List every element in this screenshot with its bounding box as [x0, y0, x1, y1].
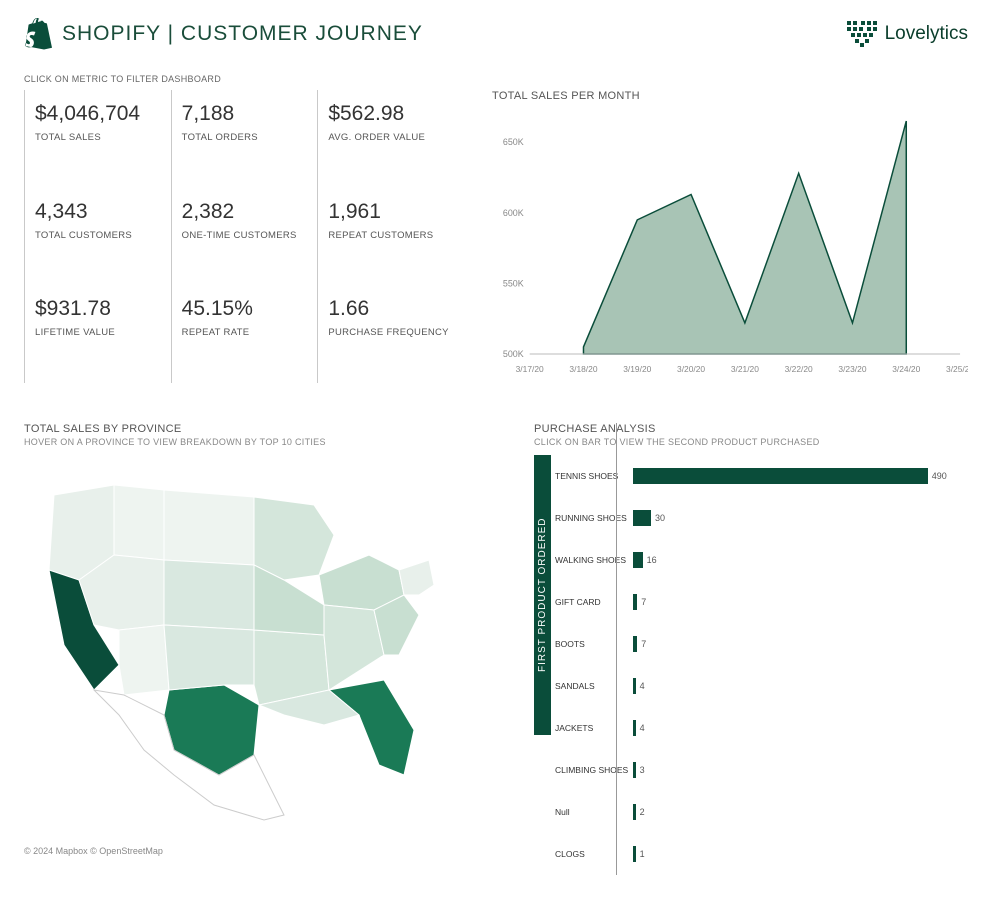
bottom-row: TOTAL SALES BY PROVINCE HOVER ON A PROVI… — [24, 423, 968, 875]
bar-value: 16 — [647, 555, 657, 565]
bar-track: 30 — [633, 510, 968, 526]
bar-label: TENNIS SHOES — [555, 471, 633, 481]
bar-chart: FIRST PRODUCT ORDERED TENNIS SHOES 490 R… — [534, 455, 968, 875]
bar-value: 4 — [640, 681, 645, 691]
svg-text:3/24/20: 3/24/20 — [892, 364, 920, 374]
bar-track: 3 — [633, 762, 968, 778]
sales-chart-section: TOTAL SALES PER MONTH 500K 550K 600K 650K 3/… — [492, 90, 968, 383]
metric-total-customers[interactable]: 4,343 TOTAL CUSTOMERS — [24, 188, 171, 286]
purchase-title: PURCHASE ANALYSIS — [534, 423, 968, 435]
bar-track: 490 — [633, 468, 968, 484]
metric-purchase-frequency[interactable]: 1.66 PURCHASE FREQUENCY — [317, 285, 464, 383]
bar-fill — [633, 510, 651, 526]
metric-onetime-customers[interactable]: 2,382 ONE-TIME CUSTOMERS — [171, 188, 318, 286]
svg-text:3/21/20: 3/21/20 — [731, 364, 759, 374]
bar-fill — [633, 804, 636, 820]
bar-label: CLIMBING SHOES — [555, 765, 633, 775]
bar-fill — [633, 552, 643, 568]
bar-label: SANDALS — [555, 681, 633, 691]
purchase-section: PURCHASE ANALYSIS CLICK ON BAR TO VIEW T… — [534, 423, 968, 875]
bar-track: 4 — [633, 720, 968, 736]
bar-label: CLOGS — [555, 849, 633, 859]
bar-fill — [633, 594, 637, 610]
page-title: SHOPIFY | CUSTOMER JOURNEY — [62, 22, 423, 46]
header: SHOPIFY | CUSTOMER JOURNEY Lovelytics — [24, 18, 968, 50]
bar-label: WALKING SHOES — [555, 555, 633, 565]
bar-track: 1 — [633, 846, 968, 862]
metric-repeat-rate[interactable]: 45.15% REPEAT RATE — [171, 285, 318, 383]
metric-hint: CLICK ON METRIC TO FILTER DASHBOARD — [24, 74, 968, 84]
y-axis-label: FIRST PRODUCT ORDERED — [534, 455, 551, 735]
svg-text:600K: 600K — [503, 208, 524, 218]
bar-label: GIFT CARD — [555, 597, 633, 607]
brand-name: Lovelytics — [885, 23, 968, 45]
top-row: $4,046,704 TOTAL SALES 7,188 TOTAL ORDER… — [24, 90, 968, 383]
bar-track: 16 — [633, 552, 968, 568]
map-title: TOTAL SALES BY PROVINCE — [24, 423, 464, 435]
brand-logo: Lovelytics — [847, 21, 968, 47]
svg-text:3/18/20: 3/18/20 — [569, 364, 597, 374]
metric-lifetime-value[interactable]: $931.78 LIFETIME VALUE — [24, 285, 171, 383]
bar-value: 30 — [655, 513, 665, 523]
lovelytics-icon — [847, 21, 877, 47]
bar-track: 7 — [633, 636, 968, 652]
map-section: TOTAL SALES BY PROVINCE HOVER ON A PROVI… — [24, 423, 464, 875]
svg-text:3/23/20: 3/23/20 — [838, 364, 866, 374]
metric-repeat-customers[interactable]: 1,961 REPEAT CUSTOMERS — [317, 188, 464, 286]
metrics-grid: $4,046,704 TOTAL SALES 7,188 TOTAL ORDER… — [24, 90, 464, 383]
svg-text:3/20/20: 3/20/20 — [677, 364, 705, 374]
bar-value: 2 — [640, 807, 645, 817]
bar-fill — [633, 846, 636, 862]
bar-value: 7 — [641, 597, 646, 607]
bar-label: BOOTS — [555, 639, 633, 649]
bar-list: TENNIS SHOES 490 RUNNING SHOES 30 WALKIN… — [551, 455, 968, 875]
header-left: SHOPIFY | CUSTOMER JOURNEY — [24, 18, 423, 50]
purchase-hint: CLICK ON BAR TO VIEW THE SECOND PRODUCT … — [534, 437, 968, 447]
bar-value: 490 — [932, 471, 947, 481]
map-attribution: © 2024 Mapbox © OpenStreetMap — [24, 846, 464, 856]
metric-total-sales[interactable]: $4,046,704 TOTAL SALES — [24, 90, 171, 188]
svg-text:3/22/20: 3/22/20 — [785, 364, 813, 374]
bar-value: 3 — [640, 765, 645, 775]
bar-track: 4 — [633, 678, 968, 694]
svg-text:500K: 500K — [503, 349, 524, 359]
metric-total-orders[interactable]: 7,188 TOTAL ORDERS — [171, 90, 318, 188]
bar-label: RUNNING SHOES — [555, 513, 633, 523]
axis-line — [616, 423, 617, 875]
svg-text:3/17/20: 3/17/20 — [516, 364, 544, 374]
bar-fill — [633, 720, 636, 736]
bar-track: 7 — [633, 594, 968, 610]
svg-text:3/25/20: 3/25/20 — [946, 364, 968, 374]
bar-label: JACKETS — [555, 723, 633, 733]
bar-value: 4 — [640, 723, 645, 733]
bar-value: 1 — [640, 849, 645, 859]
sales-chart-title: TOTAL SALES PER MONTH — [492, 90, 968, 102]
bar-fill — [633, 636, 637, 652]
area-chart[interactable]: 500K 550K 600K 650K 3/17/20 3/18/20 3/19/20 3/2… — [492, 108, 968, 378]
us-map[interactable] — [24, 455, 464, 835]
svg-text:3/19/20: 3/19/20 — [623, 364, 651, 374]
bar-fill — [633, 468, 928, 484]
bar-track: 2 — [633, 804, 968, 820]
svg-text:650K: 650K — [503, 137, 524, 147]
bar-fill — [633, 762, 636, 778]
bar-label: Null — [555, 807, 633, 817]
svg-text:550K: 550K — [503, 278, 524, 288]
map-hint: HOVER ON A PROVINCE TO VIEW BREAKDOWN BY… — [24, 437, 464, 447]
metric-avg-order[interactable]: $562.98 AVG. ORDER VALUE — [317, 90, 464, 188]
shopify-icon — [24, 18, 52, 50]
bar-value: 7 — [641, 639, 646, 649]
bar-fill — [633, 678, 636, 694]
